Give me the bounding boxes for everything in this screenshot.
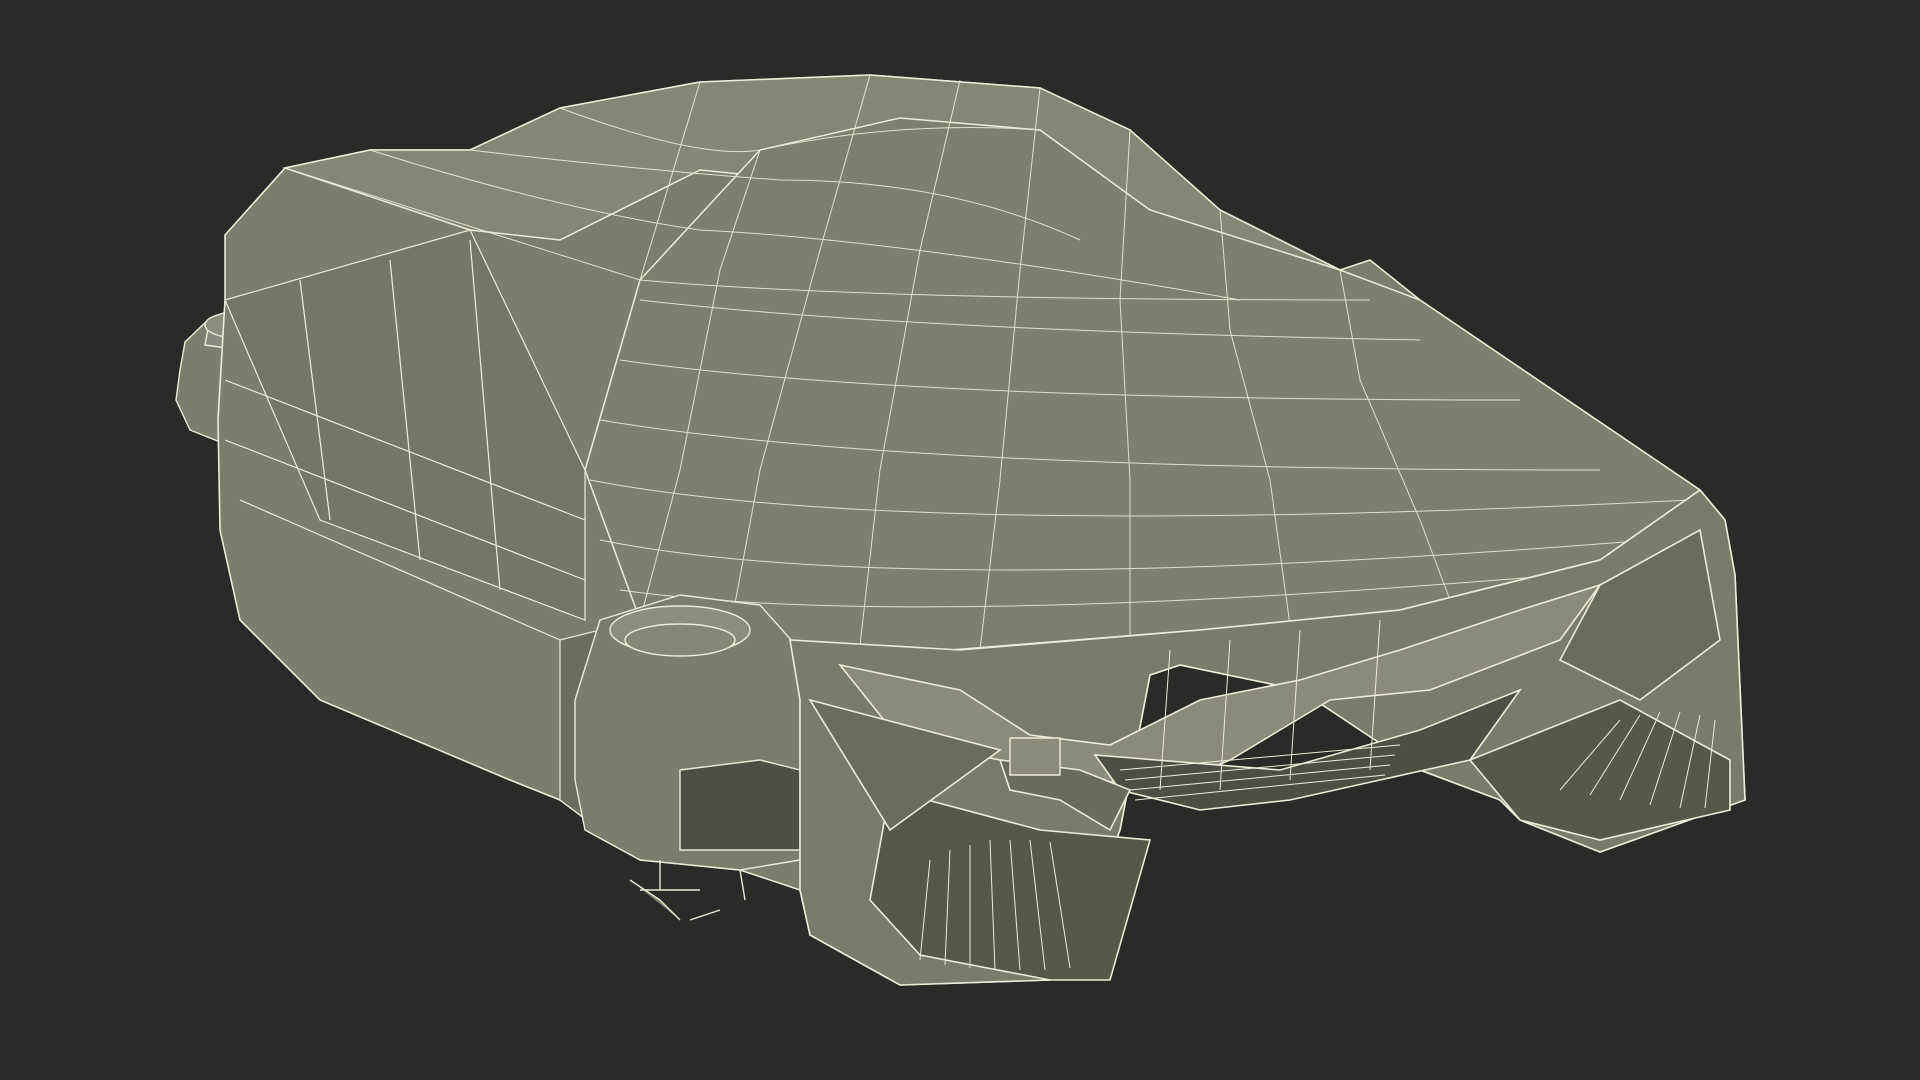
car-wireframe-render: [0, 0, 1920, 1080]
front-badge-block: [1009, 737, 1061, 776]
render-viewport: [0, 0, 1920, 1080]
